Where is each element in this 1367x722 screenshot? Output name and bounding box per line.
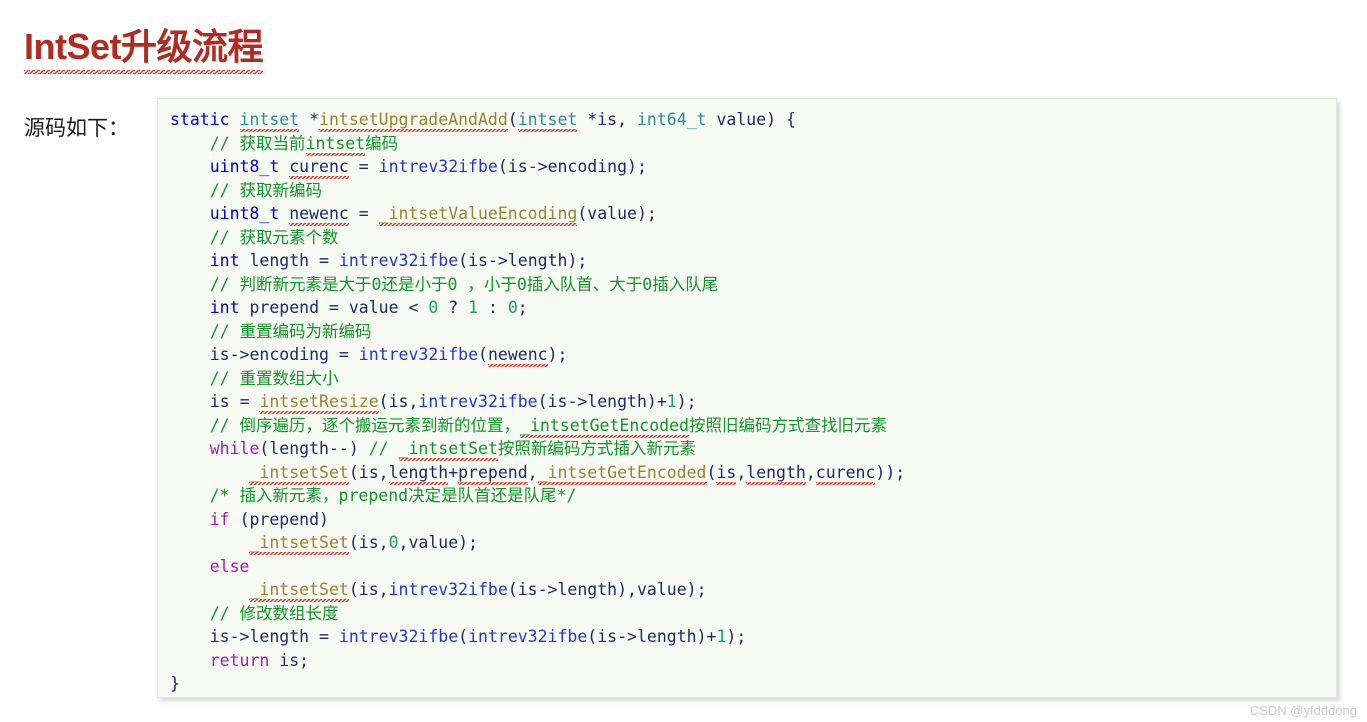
csdn-watermark: CSDN @yfdddong bbox=[1249, 703, 1357, 718]
code-block[interactable]: static intset *intsetUpgradeAndAdd(intse… bbox=[157, 98, 1337, 698]
page-title: IntSet升级流程 bbox=[24, 18, 264, 75]
source-code[interactable]: static intset *intsetUpgradeAndAdd(intse… bbox=[170, 108, 1336, 696]
code-block-inner: static intset *intsetUpgradeAndAdd(intse… bbox=[158, 99, 1336, 696]
source-code-label: 源码如下： bbox=[24, 117, 129, 140]
